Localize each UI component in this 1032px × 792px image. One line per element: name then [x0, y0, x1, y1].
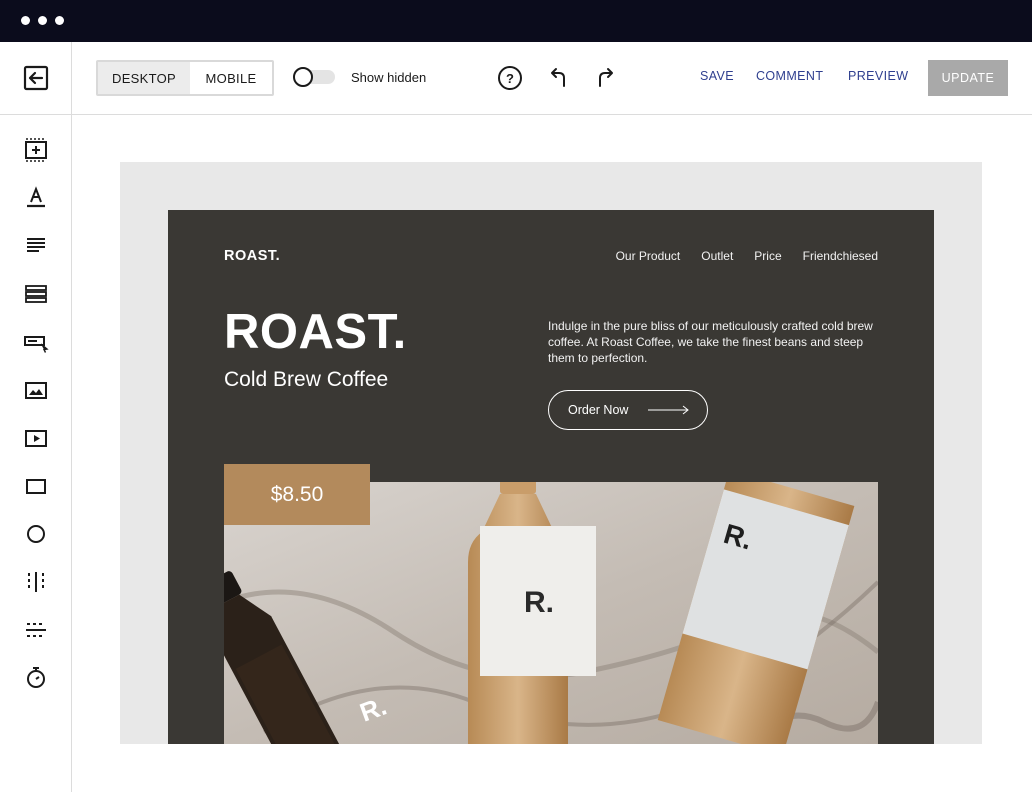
window-titlebar [0, 0, 1032, 42]
paragraph-icon[interactable] [22, 232, 50, 260]
add-section-icon[interactable] [22, 136, 50, 164]
nav-item-price[interactable]: Price [754, 249, 781, 263]
nav-item-friendchiesed[interactable]: Friendchiesed [803, 249, 878, 263]
video-icon[interactable] [22, 424, 50, 452]
order-now-button[interactable]: Order Now [548, 390, 708, 430]
nav-item-outlet[interactable]: Outlet [701, 249, 733, 263]
hero-title[interactable]: ROAST. [224, 308, 407, 357]
window-control-dot[interactable] [21, 16, 30, 25]
horizontal-divider-icon[interactable] [22, 616, 50, 644]
image-icon[interactable] [22, 376, 50, 404]
list-block-icon[interactable] [22, 280, 50, 308]
svg-text:?: ? [506, 71, 514, 86]
price-badge[interactable]: $8.50 [224, 464, 370, 525]
hero-section[interactable]: ROAST. Our Product Outlet Price Friendch… [168, 210, 934, 744]
hero-description[interactable]: Indulge in the pure bliss of our meticul… [548, 318, 888, 366]
rectangle-icon[interactable] [22, 472, 50, 500]
hero-subtitle[interactable]: Cold Brew Coffee [224, 368, 388, 392]
device-toggle: DESKTOP MOBILE [96, 60, 274, 96]
editor-toolbar: DESKTOP MOBILE Show hidden ? SAVE COMMEN… [0, 42, 1032, 115]
update-button[interactable]: UPDATE [928, 60, 1008, 96]
preview-button[interactable]: PREVIEW [848, 69, 908, 83]
comment-button[interactable]: COMMENT [756, 69, 823, 83]
order-now-label: Order Now [568, 403, 629, 417]
site-logo[interactable]: ROAST. [224, 248, 280, 264]
arrow-right-icon [648, 405, 689, 415]
column-divider-icon[interactable] [22, 568, 50, 596]
nav-item-our-product[interactable]: Our Product [616, 249, 681, 263]
show-hidden-label: Show hidden [351, 70, 427, 85]
sidebar-divider [71, 42, 72, 792]
save-button[interactable]: SAVE [700, 69, 734, 83]
timer-icon[interactable] [22, 664, 50, 692]
window-control-dot[interactable] [55, 16, 64, 25]
button-element-icon[interactable] [22, 328, 50, 356]
undo-icon[interactable] [544, 64, 572, 92]
window-control-dot[interactable] [38, 16, 47, 25]
back-arrow-icon[interactable] [22, 64, 50, 92]
mobile-view-button[interactable]: MOBILE [190, 62, 272, 94]
site-nav: Our Product Outlet Price Friendchiesed [616, 249, 878, 263]
heading-text-icon[interactable] [22, 184, 50, 212]
show-hidden-toggle[interactable] [293, 67, 335, 87]
desktop-view-button[interactable]: DESKTOP [98, 62, 190, 94]
toggle-knob [293, 67, 313, 87]
svg-text:R.: R. [524, 586, 554, 619]
help-icon[interactable]: ? [496, 64, 524, 92]
redo-icon[interactable] [592, 64, 620, 92]
circle-icon[interactable] [22, 520, 50, 548]
